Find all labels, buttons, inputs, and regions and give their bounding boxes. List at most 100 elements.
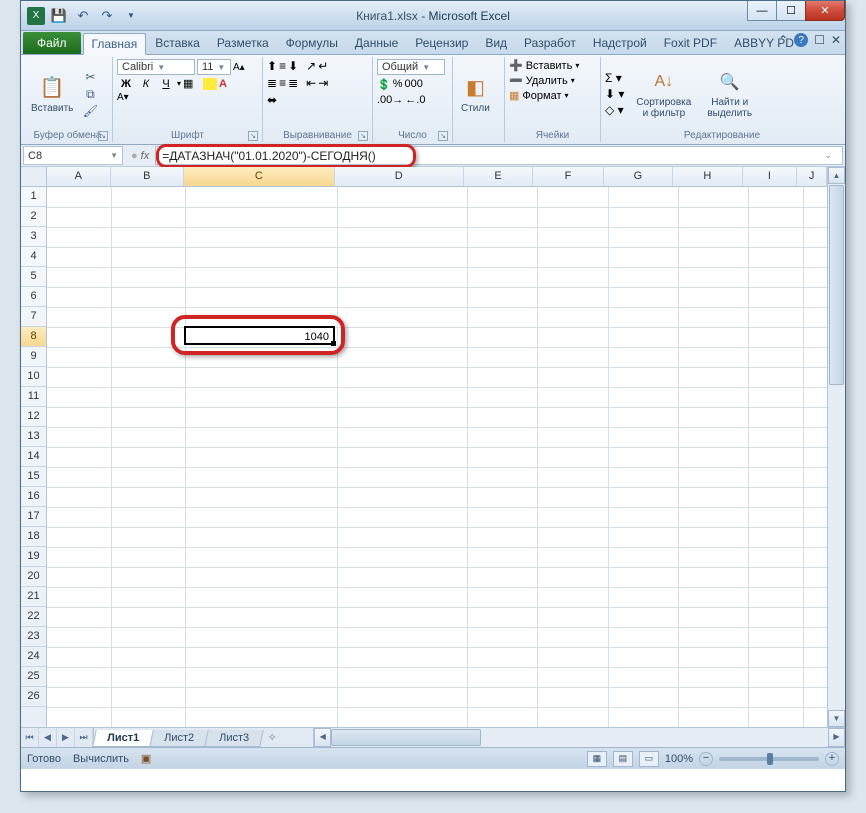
row-header-20[interactable]: 20 — [21, 567, 46, 587]
formula-input[interactable]: =ДАТАЗНАЧ("01.01.2020")-СЕГОДНЯ() ⌄ — [155, 146, 843, 165]
increase-decimal-icon[interactable]: .00→ — [377, 94, 403, 106]
fill-icon[interactable]: ⬇ ▾ — [605, 87, 624, 101]
maximize-button[interactable]: ☐ — [776, 1, 806, 21]
underline-button[interactable]: Ч — [157, 78, 175, 90]
ribbon-minimize-icon[interactable]: ⌃ — [778, 33, 788, 47]
align-top-icon[interactable]: ⬆ — [267, 59, 277, 73]
wrap-text-icon[interactable]: ↵ — [318, 59, 328, 73]
clipboard-launcher-icon[interactable]: ↘ — [98, 131, 108, 141]
zoom-slider[interactable] — [719, 757, 819, 761]
format-painter-icon[interactable]: 🖌 — [81, 103, 99, 119]
sheet-last-icon[interactable]: ⏭ — [75, 728, 93, 747]
currency-icon[interactable]: 💲 — [377, 78, 391, 91]
fill-handle[interactable] — [331, 341, 336, 346]
row-header-4[interactable]: 4 — [21, 247, 46, 267]
clear-icon[interactable]: ◇ ▾ — [605, 103, 624, 117]
zoom-in-button[interactable]: + — [825, 752, 839, 766]
row-header-19[interactable]: 19 — [21, 547, 46, 567]
col-header-I[interactable]: I — [743, 167, 798, 186]
insert-cells-button[interactable]: ➕ Вставить▾ — [509, 59, 596, 72]
align-left-icon[interactable]: ≣ — [267, 76, 277, 90]
border-icon[interactable]: ▦ — [183, 77, 201, 90]
row-header-13[interactable]: 13 — [21, 427, 46, 447]
zoom-out-button[interactable]: − — [699, 752, 713, 766]
cells-area[interactable]: 1040 — [47, 187, 827, 727]
align-right-icon[interactable]: ≣ — [288, 76, 298, 90]
vertical-scrollbar[interactable]: ▲ ▼ — [827, 167, 845, 727]
sheet-next-icon[interactable]: ▶ — [57, 728, 75, 747]
format-cells-button[interactable]: ▦ Формат▾ — [509, 89, 596, 102]
row-header-3[interactable]: 3 — [21, 227, 46, 247]
sheet-tab-2[interactable]: Лист2 — [149, 730, 209, 747]
sheet-tab-3[interactable]: Лист3 — [204, 730, 264, 747]
view-normal-icon[interactable]: ▦ — [587, 751, 607, 767]
close-button[interactable]: ✕ — [805, 1, 845, 21]
italic-button[interactable]: К — [137, 78, 155, 90]
find-select-button[interactable]: 🔍 Найти и выделить — [703, 67, 756, 121]
row-header-21[interactable]: 21 — [21, 587, 46, 607]
minimize-button[interactable]: — — [747, 1, 777, 21]
font-color-icon[interactable]: A — [219, 78, 227, 90]
sheet-first-icon[interactable]: ⏮ — [21, 728, 39, 747]
cut-icon[interactable]: ✂ — [81, 69, 99, 85]
horizontal-scrollbar[interactable]: ◀ ▶ — [313, 728, 845, 747]
orientation-icon[interactable]: ↗ — [306, 59, 316, 73]
font-size-combo[interactable]: 11▼ — [197, 59, 231, 75]
tab-layout[interactable]: Разметка — [209, 32, 277, 54]
view-pagebreak-icon[interactable]: ▭ — [639, 751, 659, 767]
number-launcher-icon[interactable]: ↘ — [438, 131, 448, 141]
col-header-G[interactable]: G — [604, 167, 673, 186]
row-header-26[interactable]: 26 — [21, 687, 46, 707]
align-middle-icon[interactable]: ≡ — [279, 59, 286, 73]
row-header-14[interactable]: 14 — [21, 447, 46, 467]
sort-filter-button[interactable]: A↓ Сортировка и фильтр — [632, 67, 695, 121]
row-header-9[interactable]: 9 — [21, 347, 46, 367]
decrease-font-icon[interactable]: A▾ — [117, 92, 129, 103]
tab-developer[interactable]: Разработ — [516, 32, 584, 54]
font-name-combo[interactable]: Calibri▼ — [117, 59, 195, 75]
tab-review[interactable]: Рецензир — [407, 32, 476, 54]
redo-icon[interactable]: ↷ — [97, 6, 117, 26]
col-header-H[interactable]: H — [673, 167, 742, 186]
row-header-7[interactable]: 7 — [21, 307, 46, 327]
tab-insert[interactable]: Вставка — [147, 32, 208, 54]
increase-indent-icon[interactable]: ⇥ — [318, 76, 328, 90]
col-header-J[interactable]: J — [797, 167, 827, 186]
close-workbook-icon[interactable]: ✕ — [831, 33, 841, 47]
restore-workbook-icon[interactable]: ☐ — [814, 33, 825, 47]
row-header-12[interactable]: 12 — [21, 407, 46, 427]
paste-button[interactable]: 📋 Вставить — [27, 73, 77, 116]
row-header-25[interactable]: 25 — [21, 667, 46, 687]
decrease-decimal-icon[interactable]: ←.0 — [405, 94, 425, 106]
view-layout-icon[interactable]: ▤ — [613, 751, 633, 767]
merge-icon[interactable]: ⬌ — [267, 93, 277, 107]
help-icon[interactable]: ? — [794, 33, 808, 47]
active-cell[interactable]: 1040 — [184, 326, 335, 345]
row-header-1[interactable]: 1 — [21, 187, 46, 207]
tab-foxit[interactable]: Foxit PDF — [656, 32, 725, 54]
col-header-E[interactable]: E — [464, 167, 533, 186]
scroll-right-icon[interactable]: ▶ — [828, 728, 845, 747]
hscroll-thumb[interactable] — [331, 729, 481, 746]
tab-formulas[interactable]: Формулы — [278, 32, 346, 54]
fx-icon[interactable]: fx — [141, 150, 150, 162]
styles-button[interactable]: ◧ Стили — [457, 73, 494, 116]
increase-font-icon[interactable]: A▴ — [233, 62, 245, 73]
tab-data[interactable]: Данные — [347, 32, 406, 54]
comma-icon[interactable]: 000 — [404, 78, 422, 91]
col-header-D[interactable]: D — [335, 167, 464, 186]
sheet-tab-1[interactable]: Лист1 — [92, 730, 154, 747]
row-header-24[interactable]: 24 — [21, 647, 46, 667]
copy-icon[interactable]: ⧉ — [81, 86, 99, 102]
new-sheet-icon[interactable]: ✧ — [261, 728, 283, 747]
row-header-11[interactable]: 11 — [21, 387, 46, 407]
fx-circle-icon[interactable]: ● — [131, 150, 138, 162]
align-center-icon[interactable]: ≡ — [279, 76, 286, 90]
scroll-down-icon[interactable]: ▼ — [828, 710, 845, 727]
row-header-5[interactable]: 5 — [21, 267, 46, 287]
font-launcher-icon[interactable]: ↘ — [248, 131, 258, 141]
formula-expand-icon[interactable]: ⌄ — [820, 150, 836, 161]
tab-addins[interactable]: Надстрой — [585, 32, 655, 54]
row-header-10[interactable]: 10 — [21, 367, 46, 387]
sheet-prev-icon[interactable]: ◀ — [39, 728, 57, 747]
